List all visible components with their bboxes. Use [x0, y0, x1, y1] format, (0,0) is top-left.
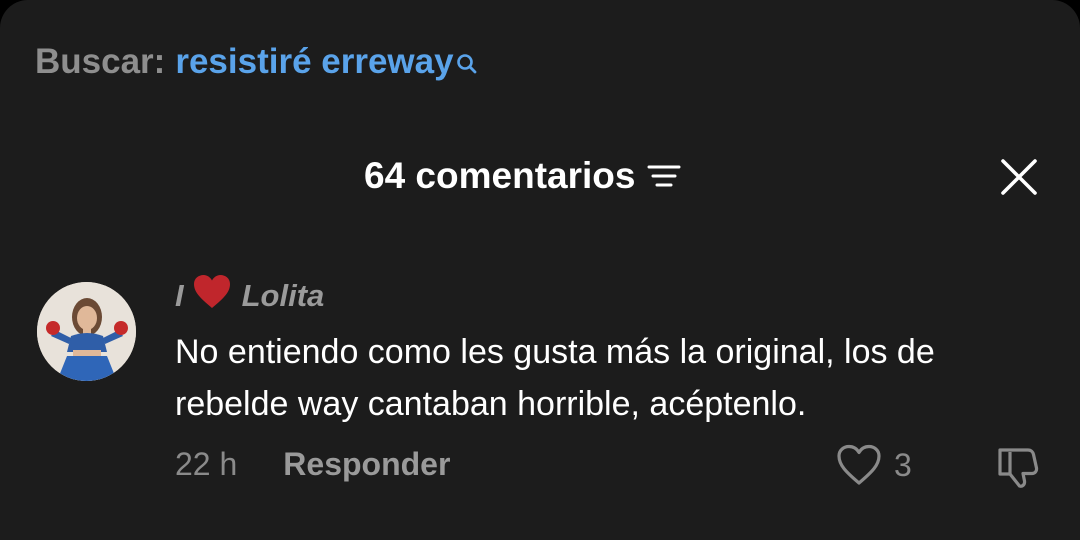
- comments-sheet: Buscar: resistiré erreway 64 comentarios: [0, 0, 1080, 540]
- comment-count-title: 64 comentarios: [364, 155, 636, 196]
- close-icon: [1001, 159, 1037, 195]
- comment-timestamp: 22 h: [175, 446, 238, 482]
- author-name: Lolita: [241, 278, 325, 313]
- heart-outline-icon: [837, 444, 881, 485]
- author-prefix: I: [175, 278, 184, 313]
- avatar[interactable]: [37, 282, 136, 381]
- filter-icon[interactable]: [647, 162, 681, 195]
- search-prefix: Buscar:: [35, 42, 166, 81]
- dislike-button[interactable]: [996, 444, 1044, 495]
- thumbs-down-icon: [998, 448, 1039, 488]
- comment-author[interactable]: I Lolita: [175, 274, 324, 318]
- search-icon: [456, 44, 478, 84]
- comments-title-group[interactable]: 64 comentarios: [364, 148, 681, 204]
- close-button[interactable]: [998, 156, 1040, 198]
- reply-button[interactable]: Responder: [283, 446, 450, 483]
- comment-meta: 22 h Responder: [175, 446, 450, 483]
- comments-header: 64 comentarios: [0, 148, 1080, 204]
- search-query-link[interactable]: resistiré erreway: [175, 42, 453, 82]
- comment-text: No entiendo como les gusta más la origin…: [175, 333, 935, 423]
- like-button[interactable]: 3: [836, 444, 912, 486]
- like-count: 3: [894, 446, 912, 483]
- search-suggestion[interactable]: Buscar: resistiré erreway: [35, 42, 478, 92]
- heart-icon: [192, 274, 232, 318]
